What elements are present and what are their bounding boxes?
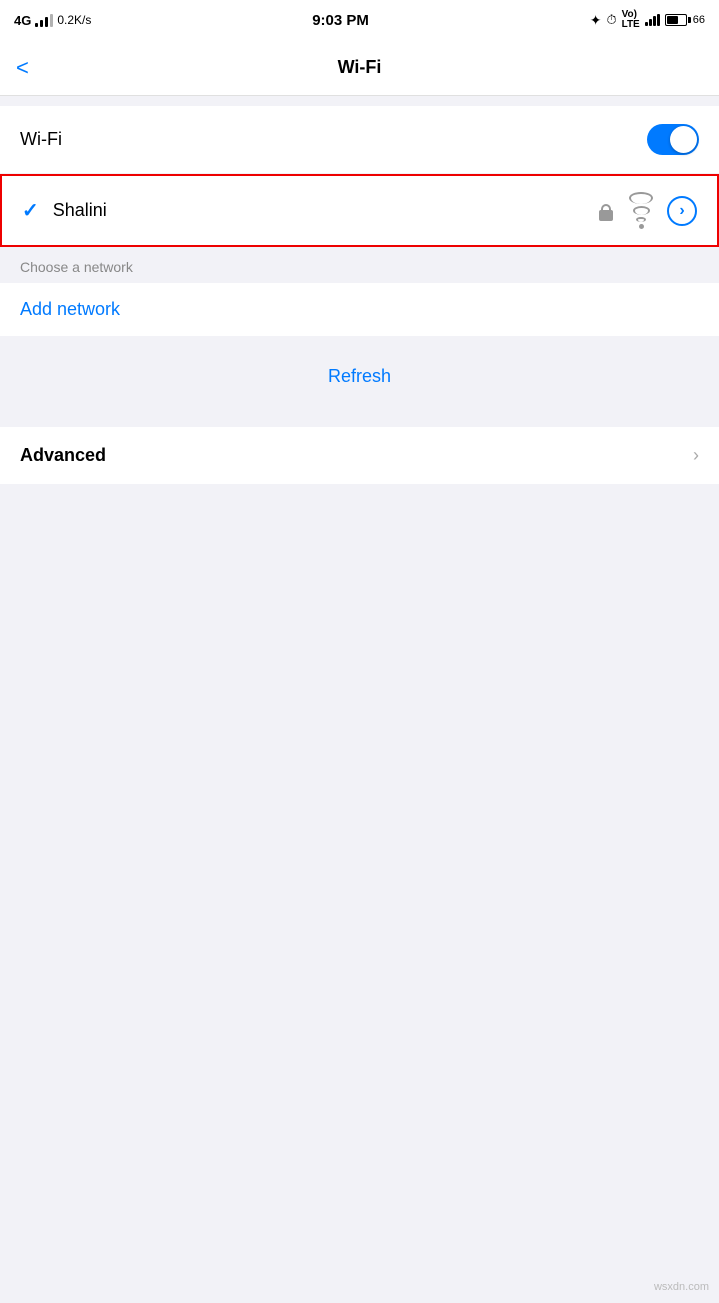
clock-icon: ⏱ [606, 12, 616, 28]
toggle-knob [670, 126, 697, 153]
network-type: 4G [14, 13, 31, 28]
battery-percent: 66 [693, 14, 705, 26]
back-button[interactable]: < [16, 55, 29, 81]
status-time: 9:03 PM [312, 12, 369, 29]
connected-network-section: ✓ Shalini › [0, 174, 719, 247]
wifi-toggle-row: Wi-Fi [0, 106, 719, 173]
refresh-section: Refresh [0, 336, 719, 417]
speed-indicator: 0.2K/s [57, 13, 91, 27]
status-left: 4G 0.2K/s [14, 13, 91, 28]
wifi-strength-icon [629, 192, 653, 229]
network-item-shalini[interactable]: ✓ Shalini › [0, 174, 719, 247]
network-icons: › [597, 192, 697, 229]
advanced-label: Advanced [20, 445, 106, 466]
advanced-chevron-icon: › [693, 445, 699, 466]
status-bar: 4G 0.2K/s 9:03 PM ✦ ⏱ Vo)LTE 66 [0, 0, 719, 40]
page-title: Wi-Fi [338, 57, 382, 78]
header: < Wi-Fi [0, 40, 719, 96]
battery-indicator: 66 [665, 14, 705, 26]
bottom-empty-area [0, 484, 719, 764]
wifi-signal-icon [645, 14, 660, 26]
signal-bars [35, 13, 53, 27]
status-right: ✦ ⏱ Vo)LTE 66 [590, 10, 705, 30]
refresh-button[interactable]: Refresh [328, 366, 391, 386]
advanced-section[interactable]: Advanced › [0, 427, 719, 484]
wifi-label: Wi-Fi [20, 129, 62, 150]
network-name: Shalini [53, 200, 597, 221]
choose-network-label: Choose a network [0, 247, 719, 283]
watermark: wsxdn.com [654, 1281, 709, 1293]
add-network-button[interactable]: Add network [20, 299, 120, 319]
connected-checkmark: ✓ [22, 198, 39, 223]
add-network-section: Add network [0, 283, 719, 336]
bluetooth-icon: ✦ [590, 12, 602, 29]
lock-icon [597, 201, 615, 221]
wifi-section: Wi-Fi [0, 106, 719, 173]
wifi-toggle[interactable] [647, 124, 699, 155]
lte-label: Vo)LTE [622, 10, 640, 30]
network-detail-button[interactable]: › [667, 196, 697, 226]
back-arrow-icon: < [16, 55, 29, 81]
